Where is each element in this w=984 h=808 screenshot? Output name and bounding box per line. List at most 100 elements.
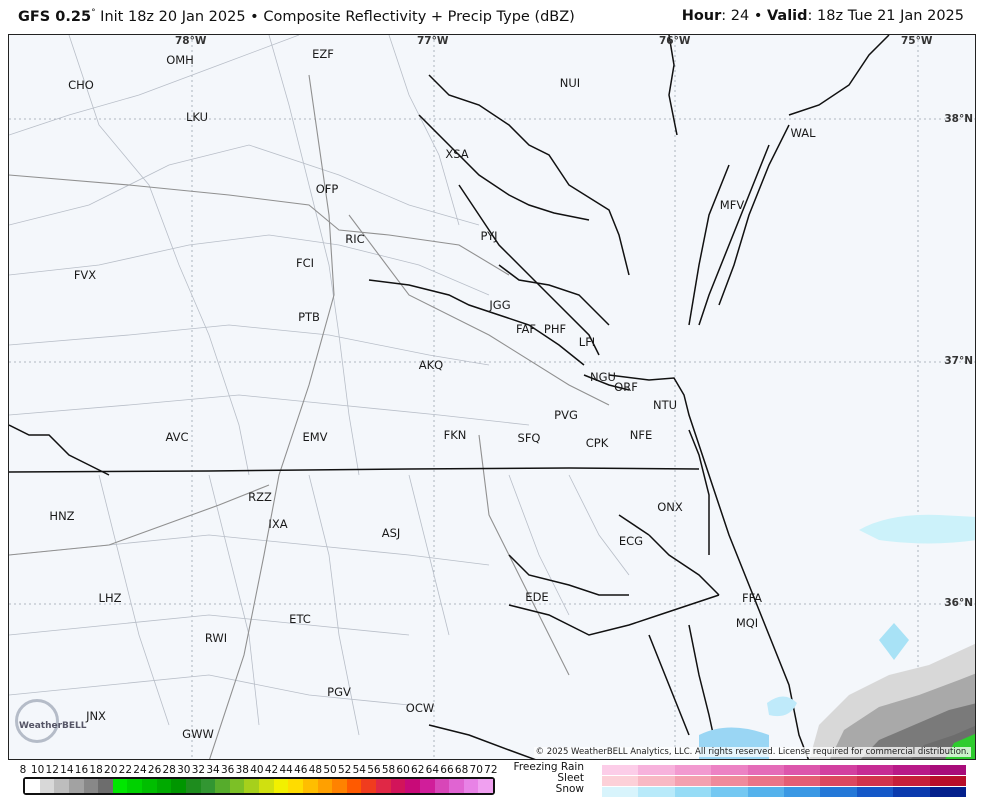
station-label: ONX [657,500,683,514]
ptype-color-cell [929,776,967,786]
dbz-color-cell [273,779,289,793]
lat-label-38n: 38°N [944,113,973,125]
station-label: OMH [166,53,194,67]
dbz-color-cell [361,779,376,793]
ptype-color-cell [638,776,675,786]
init-and-product: Init 18z 20 Jan 2025 • Composite Reflect… [95,8,575,25]
dbz-color-cell [390,779,406,793]
dbz-tick-12: 12 [45,764,59,776]
station-label: SFQ [517,431,541,445]
station-label: XSA [445,147,469,161]
dbz-tick-70: 70 [469,764,483,776]
weatherbell-logo: WeatherBELL [19,721,87,731]
valid-time: Hour: 24 • Valid: 18z Tue 21 Jan 2025 [681,8,964,24]
ptype-color-cell [674,776,712,786]
precip-type-labels: Freezing Rain Sleet Snow [508,762,584,795]
station-label: JGG [489,298,511,312]
station-label: FKN [443,428,467,442]
lon-label-78w: 78°W [175,35,207,47]
dbz-tick-46: 46 [294,764,308,776]
lon-label-76w: 76°W [659,35,691,47]
dbz-color-cell [376,779,391,793]
ptype-color-cell [856,765,894,775]
ptype-color-cell [784,787,821,797]
map-panel: 78°W 77°W 76°W 75°W 38°N 37°N 36°N OMH E… [8,34,976,760]
dbz-tick-62: 62 [411,764,425,776]
dbz-color-cell [171,779,186,793]
dbz-tick-72: 72 [484,764,498,776]
station-label: WAL [790,126,816,140]
dbz-tick-48: 48 [308,764,323,776]
dbz-tick-60: 60 [396,764,410,776]
ptype-color-cell [638,787,675,797]
dbz-tick-68: 68 [454,764,469,776]
ptype-color-cell [747,776,785,786]
county-lines [9,35,630,736]
dbz-tick-18: 18 [89,764,103,776]
freezing-rain-ramp [602,765,967,775]
dbz-color-cell [434,779,450,793]
station-label: ETC [289,612,311,626]
dbz-tick-58: 58 [381,764,396,776]
station-label: FCI [295,256,315,270]
ptype-color-cell [893,787,930,797]
ptype-color-cell [711,776,748,786]
station-label: NGU [590,370,616,384]
station-label: ECG [618,534,644,548]
ptype-color-cell [893,776,930,786]
dbz-color-cell [229,779,245,793]
dbz-tick-66: 66 [440,764,454,776]
map-graphics [9,35,975,759]
ptype-color-cell [893,765,930,775]
station-label: PGV [327,685,351,699]
dbz-tick-10: 10 [30,764,45,776]
station-label: FAF [515,322,537,336]
station-label: OCW [405,701,435,715]
dbz-tick-14: 14 [60,764,74,776]
station-label: EMV [302,430,328,444]
dbz-tick-42: 42 [264,764,279,776]
station-label: RIC [345,232,365,246]
station-label: EDE [525,590,549,604]
ptype-color-cell [674,765,712,775]
ptype-color-cell [784,765,821,775]
coastline [9,35,890,759]
station-label: PHF [543,322,567,336]
dbz-tick-36: 36 [220,764,235,776]
dbz-color-cell [259,779,274,793]
station-label: OFP [315,182,339,196]
dbz-color-cell [68,779,84,793]
dbz-tick-30: 30 [177,764,191,776]
dbz-tick-40: 40 [250,764,264,776]
lon-label-75w: 75°W [901,35,933,47]
dbz-tick-8: 8 [19,764,27,776]
ptype-color-cell [711,787,748,797]
dbz-tick-32: 32 [191,764,206,776]
station-label: FFA [741,591,763,605]
state-border [9,467,700,473]
dbz-tick-26: 26 [147,764,162,776]
dbz-tick-24: 24 [133,764,147,776]
ptype-color-cell [929,787,967,797]
highways [9,74,610,759]
dbz-tick-22: 22 [118,764,133,776]
dbz-tick-16: 16 [74,764,89,776]
sleet-ramp [602,776,967,786]
dbz-tick-20: 20 [104,764,118,776]
station-label: IXA [268,517,288,531]
ptype-color-cell [820,776,857,786]
dbz-color-cell [142,779,157,793]
station-label: AKQ [418,358,444,372]
station-label: HNZ [49,509,75,523]
station-label: ASJ [381,526,401,540]
legend: 8 10 12 14 16 18 20 22 24 26 28 30 32 34 36 38 40 42 44 46 4… [0,760,984,808]
dbz-color-cell [112,779,128,793]
station-label: PYJ [480,229,498,243]
dbz-color-cell [288,779,303,793]
ptype-color-cell [856,776,894,786]
dbz-color-cell [83,779,99,793]
dbz-color-cell [317,779,333,793]
rain-echo [809,643,975,759]
ptype-color-cell [784,776,821,786]
dbz-color-cell [54,779,69,793]
